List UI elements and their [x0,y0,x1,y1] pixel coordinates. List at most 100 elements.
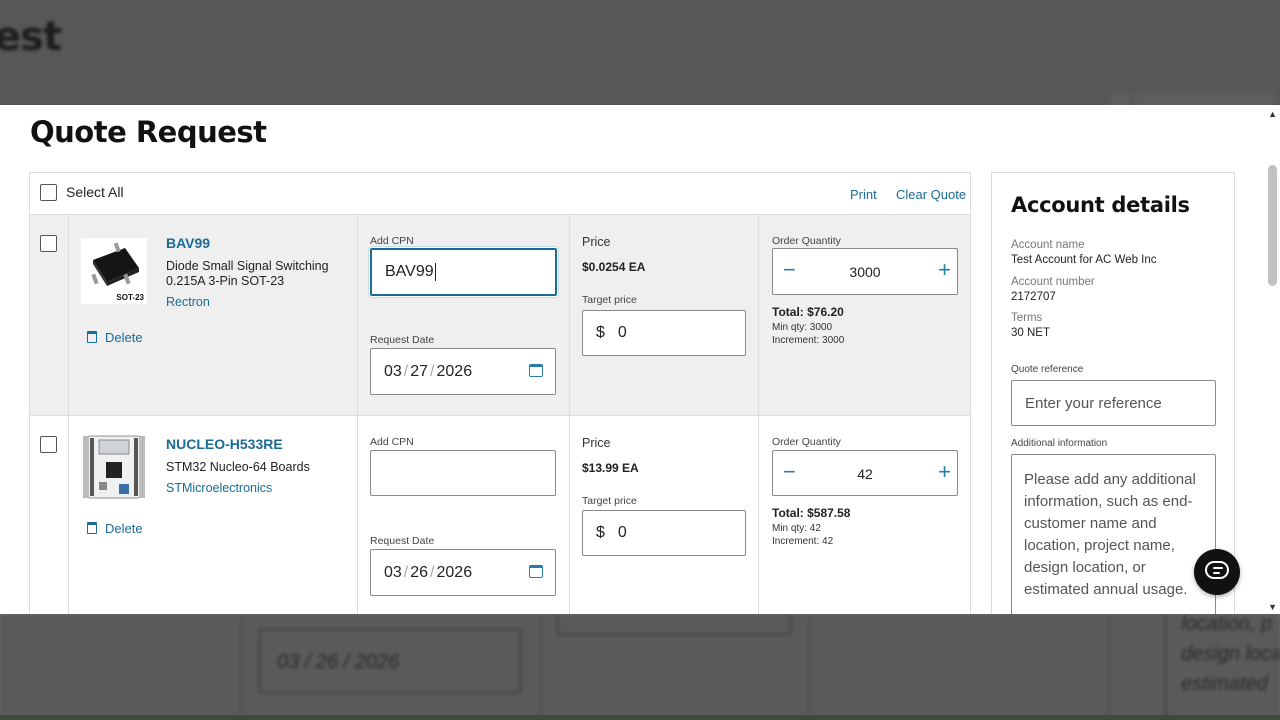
background-content: 03 / 26 / 2026 location, p design loca e… [0,614,1280,720]
column-divider [68,416,69,614]
clear-quote-link[interactable]: Clear Quote [896,187,966,202]
min-qty: Min qty: 42 [772,523,821,534]
trash-icon [87,331,97,343]
unit-price: $0.0254 EA [582,260,646,274]
delete-button[interactable]: Delete [87,330,143,345]
request-date-input[interactable]: 03/27/2026 [370,348,556,395]
date-day: 26 [410,563,429,581]
target-price-input[interactable]: $0 [582,510,746,556]
line-total: Total: $587.58 [772,506,851,520]
price-label: Price [582,436,611,450]
order-quantity-label: Order Quantity [772,436,841,448]
manufacturer-link[interactable]: Rectron [166,295,210,309]
background-info-line: design loca [1181,643,1280,665]
select-all-checkbox[interactable] [40,184,57,201]
chat-icon-line [1213,572,1220,574]
background-strip [1135,92,1275,105]
plus-icon[interactable]: + [938,461,951,483]
part-number-link[interactable]: BAV99 [166,235,210,251]
date-separator: / [430,563,435,581]
modal-scrollbar[interactable]: ▲ ▼ [1264,105,1280,614]
dev-board-icon [81,434,147,500]
quote-item-row: NUCLEO-H533RE STM32 Nucleo-64 Boards STM… [30,416,970,614]
increment: Increment: 3000 [772,335,845,346]
text-cursor [434,263,436,281]
column-divider [68,215,69,416]
date-month: 03 [384,563,402,581]
scrollbar-thumb[interactable] [1268,165,1277,286]
quote-reference-input[interactable]: Enter your reference [1011,380,1216,426]
background-divider [808,614,810,720]
select-all-label[interactable]: Select All [66,184,124,200]
date-separator: / [403,362,409,380]
date-year: 2026 [436,563,473,581]
price-label: Price [582,235,611,249]
plus-icon[interactable]: + [938,259,951,281]
calendar-icon[interactable] [529,364,543,377]
quantity-stepper: − 42 + [772,450,958,496]
increment: Increment: 42 [772,536,834,547]
column-divider [357,416,358,614]
min-qty: Min qty: 3000 [772,322,833,333]
image-caption: SOT-23 [116,293,144,302]
request-date-label: Request Date [370,535,435,547]
request-date-label: Request Date [370,334,435,346]
account-name-label: Account name [1011,239,1085,251]
background-info-line: location, p [1181,614,1273,635]
additional-info-textarea[interactable]: Please add any additional information, s… [1011,454,1216,614]
unit-price: $13.99 EA [582,461,639,475]
column-divider [357,215,358,416]
scroll-down-arrow-icon[interactable]: ▼ [1268,602,1277,612]
currency-symbol: $ [596,324,605,341]
column-divider [758,215,759,416]
background-divider [240,614,242,720]
background-divider [1108,614,1110,720]
date-year: 2026 [436,362,473,380]
table-header: Select All Print Clear Quote [30,173,970,215]
background-date-text: 03 / 26 / 2026 [277,651,400,673]
manufacturer-link[interactable]: STMicroelectronics [166,481,272,495]
background-title: est [0,14,62,60]
target-price-input[interactable]: $0 [582,310,746,356]
calendar-icon[interactable] [529,565,543,578]
delete-label: Delete [105,521,143,536]
quantity-value[interactable]: 3000 [773,264,957,280]
account-number-label: Account number [1011,276,1095,288]
quote-reference-label: Quote reference [1011,364,1084,375]
account-number-value: 2172707 [1011,291,1056,303]
item-checkbox[interactable] [40,235,57,252]
account-details-panel: Account details Account name Test Accoun… [991,172,1235,614]
chat-icon-line [1213,567,1223,569]
print-link[interactable]: Print [850,187,877,202]
background-footer-line [0,715,1280,720]
date-separator: / [403,563,409,581]
line-total: Total: $76.20 [772,305,844,319]
part-description: Diode Small Signal Switching 0.215A 3-Pi… [166,259,329,288]
chat-button[interactable] [1194,549,1240,595]
product-image: SOT-23 [81,238,147,304]
trash-icon [87,522,97,534]
request-date-input[interactable]: 03/26/2026 [370,549,556,596]
date-day: 27 [410,362,429,380]
part-number-link[interactable]: NUCLEO-H533RE [166,436,283,452]
column-divider [569,215,570,416]
date-separator: / [430,362,435,380]
target-price-label: Target price [582,495,637,507]
scroll-up-arrow-icon[interactable]: ▲ [1268,109,1277,119]
cpn-input[interactable] [370,450,556,496]
account-name-value: Test Account for AC Web Inc [1011,254,1157,266]
background-date-field: 03 / 26 / 2026 [258,628,522,694]
part-description: STM32 Nucleo-64 Boards [166,460,310,474]
quantity-stepper: − 3000 + [772,248,958,295]
quantity-value[interactable]: 42 [773,466,957,482]
delete-button[interactable]: Delete [87,521,143,536]
additional-info-label: Additional information [1011,438,1108,449]
product-image [81,434,147,500]
column-divider [569,416,570,614]
target-price-label: Target price [582,294,637,306]
terms-value: 30 NET [1011,327,1050,339]
item-checkbox[interactable] [40,436,57,453]
background-textarea: location, p design loca estimated [1164,614,1280,720]
cpn-input[interactable]: BAV99 [370,248,557,296]
order-quantity-label: Order Quantity [772,235,841,247]
